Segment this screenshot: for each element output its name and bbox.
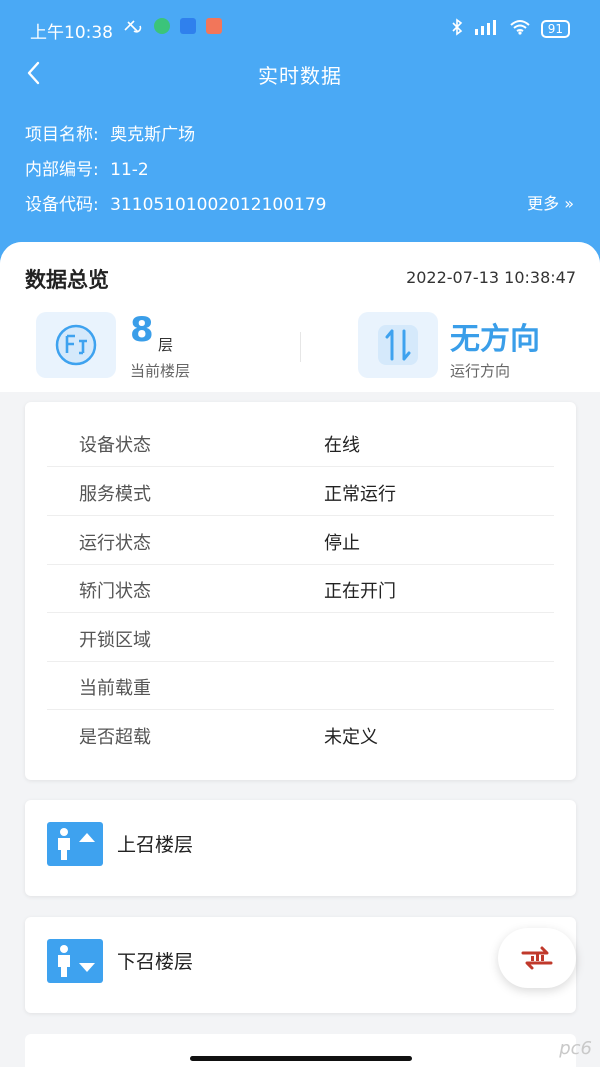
floor-label: 当前楼层 bbox=[130, 362, 191, 380]
detail-row: 是否超载 未定义 bbox=[47, 711, 554, 759]
header: 上午10:38 91 实时数据 项目名称: 奥克斯广场 内部编号: 11-2 设… bbox=[0, 0, 600, 270]
watermark-logo: pc6 bbox=[559, 1038, 592, 1059]
device-code-row: 设备代码: 31105101002012100179 bbox=[25, 190, 326, 215]
project-name-row: 项目名称: 奥克斯广场 bbox=[25, 120, 195, 145]
detail-key: 轿门状态 bbox=[79, 581, 151, 602]
internal-number-row: 内部编号: 11-2 bbox=[25, 155, 149, 180]
status-time: 上午10:38 bbox=[30, 23, 113, 43]
status-bar: 上午10:38 91 bbox=[0, 0, 600, 56]
floor-unit: 层 bbox=[158, 336, 174, 354]
detail-row: 运行状态 停止 bbox=[47, 517, 554, 565]
direction-icon bbox=[358, 312, 438, 378]
timestamp: 2022-07-13 10:38:47 bbox=[406, 268, 576, 287]
detail-key: 当前载重 bbox=[79, 678, 151, 699]
direction-stat: 无方向 运行方向 bbox=[358, 312, 588, 380]
switch-fab-button[interactable] bbox=[498, 928, 576, 988]
detail-row: 设备状态 在线 bbox=[47, 419, 554, 467]
detail-key: 开锁区域 bbox=[79, 630, 151, 651]
mute-icon bbox=[122, 18, 144, 34]
detail-value: 未定义 bbox=[324, 727, 378, 748]
more-link[interactable]: 更多 » bbox=[527, 190, 574, 214]
project-name-label: 项目名称: bbox=[25, 125, 99, 145]
device-code-label: 设备代码: bbox=[25, 195, 99, 215]
content-sheet: 数据总览 2022-07-13 10:38:47 8 层 当前楼层 无方向 运行… bbox=[0, 242, 600, 1067]
direction-label: 运行方向 bbox=[450, 362, 511, 380]
person-down-icon bbox=[47, 939, 103, 983]
person-up-icon bbox=[47, 822, 103, 866]
shield-app-icon bbox=[154, 18, 170, 34]
down-call-label: 下召楼层 bbox=[117, 951, 194, 973]
wifi-icon bbox=[509, 19, 531, 39]
direction-value: 无方向 bbox=[450, 322, 540, 357]
detail-row: 轿门状态 正在开门 bbox=[47, 565, 554, 613]
up-call-floors-card[interactable]: 上召楼层 bbox=[25, 800, 576, 896]
up-call-label: 上召楼层 bbox=[117, 834, 194, 856]
next-card[interactable] bbox=[25, 1034, 576, 1067]
status-details-card: 设备状态 在线 服务模式 正常运行 运行状态 停止 轿门状态 正在开门 开锁区域… bbox=[25, 402, 576, 780]
section-title: 数据总览 bbox=[25, 268, 109, 292]
internal-number-label: 内部编号: bbox=[25, 160, 99, 180]
bluetooth-icon bbox=[451, 18, 463, 40]
detail-row: 当前载重 bbox=[47, 662, 554, 710]
signal-icon bbox=[473, 19, 499, 39]
detail-row: 开锁区域 bbox=[47, 614, 554, 662]
notification-icons bbox=[122, 18, 222, 34]
mail-icon bbox=[206, 18, 222, 34]
detail-value: 停止 bbox=[324, 533, 360, 554]
detail-key: 是否超载 bbox=[79, 727, 151, 748]
detail-value: 正常运行 bbox=[324, 484, 396, 505]
detail-value: 正在开门 bbox=[324, 581, 396, 602]
project-name-value: 奥克斯广场 bbox=[110, 125, 196, 145]
down-call-floors-card[interactable]: 下召楼层 bbox=[25, 917, 576, 1013]
detail-key: 服务模式 bbox=[79, 484, 151, 505]
floor-icon bbox=[36, 312, 116, 378]
detail-key: 设备状态 bbox=[79, 435, 151, 456]
detail-value: 在线 bbox=[324, 435, 360, 456]
status-right: 91 bbox=[451, 18, 570, 40]
home-indicator[interactable] bbox=[190, 1056, 412, 1061]
floor-value: 8 bbox=[130, 310, 154, 350]
switch-chart-icon bbox=[521, 946, 553, 970]
internal-number-value: 11-2 bbox=[110, 160, 149, 180]
detail-key: 运行状态 bbox=[79, 533, 151, 554]
device-code-value: 31105101002012100179 bbox=[110, 195, 327, 215]
page-title: 实时数据 bbox=[258, 64, 342, 88]
stat-divider bbox=[300, 332, 301, 362]
app-icon bbox=[180, 18, 196, 34]
battery-indicator: 91 bbox=[540, 20, 570, 38]
current-floor-stat: 8 层 当前楼层 bbox=[36, 310, 296, 380]
detail-row: 服务模式 正常运行 bbox=[47, 468, 554, 516]
